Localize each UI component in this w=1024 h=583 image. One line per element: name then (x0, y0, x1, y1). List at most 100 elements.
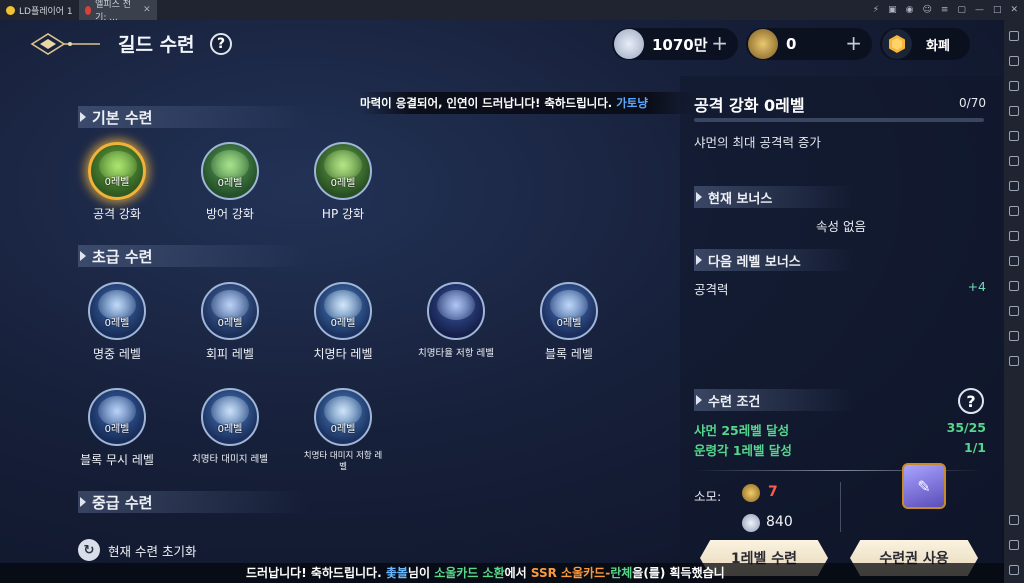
gamepad-icon[interactable]: ▣ (888, 5, 897, 15)
detail-title: 공격 강화 0레벨 (694, 96, 805, 115)
cost-medal-value: 7 (768, 484, 778, 500)
skill-label: 치명타 대미지 저항 레벨 (303, 451, 383, 472)
sidebar-volume-up-icon[interactable] (1009, 80, 1019, 91)
currency-medal: 0 + (746, 28, 872, 60)
silver-coin-icon (614, 29, 644, 59)
skill-crit-damage[interactable]: 0레벨 치명타 대미지 레벨 (175, 388, 285, 465)
add-silver-button[interactable]: + (711, 33, 728, 53)
skill-hp-boost[interactable]: 0레벨 HP 강화 (288, 142, 398, 222)
block-icon: 0레벨 (540, 282, 598, 340)
sidebar-keyboard-icon[interactable] (1009, 55, 1019, 66)
reset-training-button[interactable]: ↻ 현재 수련 초기화 (78, 539, 196, 561)
sidebar-screenshot-icon[interactable] (1009, 130, 1019, 141)
skill-crit-damage-resist[interactable]: 0레벨 치명타 대미지 저항 레벨 (288, 388, 398, 473)
skill-label: 치명타 대미지 레벨 (192, 454, 268, 465)
hp-boost-icon: 0레벨 (314, 142, 372, 200)
reset-training-label: 현재 수련 초기화 (108, 543, 197, 559)
skill-level: 0레벨 (217, 318, 243, 329)
skill-label: 치명타 레벨 (313, 347, 373, 361)
detail-description: 샤먼의 최대 공격력 증가 (694, 135, 821, 150)
skill-level: 0레벨 (556, 318, 582, 329)
section-title: 기본 수련 (92, 108, 153, 127)
section-title: 초급 수련 (92, 247, 153, 266)
skill-block-ignore[interactable]: 0레벨 블록 무시 레벨 (62, 388, 172, 468)
sidebar-video-icon[interactable] (1009, 255, 1019, 266)
sidebar-apk-icon[interactable] (1009, 205, 1019, 216)
skill-defense-boost[interactable]: 0레벨 방어 강화 (175, 142, 285, 222)
defense-boost-icon: 0레벨 (201, 142, 259, 200)
sidebar-location-icon[interactable] (1009, 330, 1019, 341)
evasion-icon: 0레벨 (201, 282, 259, 340)
emulator-tab-game[interactable]: 엘피스 전기: ... ✕ (78, 0, 157, 23)
currency-menu-label: 화폐 (926, 38, 950, 54)
sidebar-home-icon[interactable] (1009, 540, 1019, 551)
skill-accuracy[interactable]: 0레벨 명중 레벨 (62, 282, 172, 362)
sidebar-operation-icon[interactable] (1009, 280, 1019, 291)
marquee-player-name: 가토냥 (616, 96, 648, 110)
training-voucher-icon[interactable]: ✎ (902, 463, 946, 509)
sidebar-sync-icon[interactable] (1009, 230, 1019, 241)
ticker-part: 님이 (407, 566, 435, 580)
skill-evasion[interactable]: 0레벨 회피 레벨 (175, 282, 285, 362)
emulator-tab-label: LD플레이어 1 (19, 6, 73, 17)
detail-progress-text: 0/70 (959, 96, 986, 110)
skill-attack-boost[interactable]: 0레벨 공격 강화 (62, 142, 172, 222)
ld-logo-icon (6, 5, 15, 15)
record-icon[interactable]: ◉ (906, 5, 914, 15)
attack-boost-icon: 0레벨 (88, 142, 146, 200)
back-emblem-icon[interactable] (30, 30, 102, 58)
game-app-icon (84, 5, 92, 15)
section-arrow-icon (696, 192, 702, 202)
guild-medal-icon (742, 484, 760, 502)
skill-label: 방어 강화 (206, 207, 254, 221)
skill-critical[interactable]: 0레벨 치명타 레벨 (288, 282, 398, 362)
emulator-window-controls: ⚡ ▣ ◉ ☺ ≡ ▢ — □ ✕ (873, 0, 1018, 20)
sidebar-settings-icon[interactable] (1009, 31, 1019, 41)
skill-crit-rate-resist[interactable]: 치명타율 저항 레벨 (401, 282, 511, 359)
current-bonus-header: 현재 보너스 (694, 186, 854, 208)
skill-label: 블록 레벨 (545, 347, 593, 361)
skill-label: HP 강화 (321, 207, 365, 221)
currency-medal-value: 0 (786, 35, 797, 53)
sidebar-fullscreen-icon[interactable] (1009, 155, 1019, 166)
sidebar-folder-icon[interactable] (1009, 305, 1019, 316)
emulator-tab-home[interactable]: LD플레이어 1 (0, 0, 79, 20)
currency-menu-button[interactable]: 화폐 (880, 28, 970, 60)
condition-1-value: 35/25 (946, 420, 986, 435)
conditions-help-button[interactable]: ? (958, 388, 984, 414)
silver-coin-icon (742, 514, 760, 532)
bottom-announcement-ticker: 드러납니다! 축하드립니다. 촟볼님이 소울카드 소환에서 SSR 소울카드-란… (0, 563, 1004, 583)
close-tab-icon[interactable]: ✕ (143, 5, 151, 15)
skill-block[interactable]: 0레벨 블록 레벨 (514, 282, 624, 362)
refresh-icon: ↻ (78, 539, 100, 561)
minimize-icon[interactable]: — (975, 5, 984, 15)
menu-icon[interactable]: ≡ (941, 5, 949, 15)
sidebar-more-icon[interactable] (1009, 355, 1019, 366)
sidebar-volume-down-icon[interactable] (1009, 105, 1019, 116)
emulator-sidebar (1004, 20, 1024, 583)
currency-silver-value: 1070만 (652, 35, 708, 54)
add-medal-button[interactable]: + (845, 33, 862, 53)
accuracy-icon: 0레벨 (88, 282, 146, 340)
cost-silver-value: 840 (766, 514, 793, 530)
skill-level: 0레벨 (330, 318, 356, 329)
section-arrow-icon (80, 497, 86, 507)
skill-label: 명중 레벨 (93, 347, 141, 361)
sidebar-back-icon[interactable] (1009, 515, 1019, 526)
sidebar-recent-icon[interactable] (1009, 565, 1019, 575)
window-mode-icon[interactable]: ▢ (957, 5, 966, 15)
maximize-icon[interactable]: □ (993, 5, 1002, 15)
account-icon[interactable]: ☺ (922, 5, 931, 15)
sidebar-record-icon[interactable] (1009, 180, 1019, 191)
section-beginner-training: 초급 수련 (78, 245, 308, 267)
help-button[interactable]: ? (210, 33, 232, 55)
skill-label: 치명타율 저항 레벨 (418, 348, 494, 359)
skill-label: 블록 무시 레벨 (80, 453, 154, 467)
next-bonus-stat: 공격력 (694, 282, 729, 297)
condition-2-text: 운령각 1레벨 달성 (694, 443, 792, 458)
marquee-text: 마력이 응결되어, 인연이 드러납니다! 축하드립니다. (360, 96, 617, 110)
close-window-icon[interactable]: ✕ (1010, 5, 1018, 15)
bolt-icon[interactable]: ⚡ (873, 5, 879, 15)
skill-level: 0레벨 (330, 424, 356, 435)
ticker-card-name: 란체 (610, 566, 633, 580)
